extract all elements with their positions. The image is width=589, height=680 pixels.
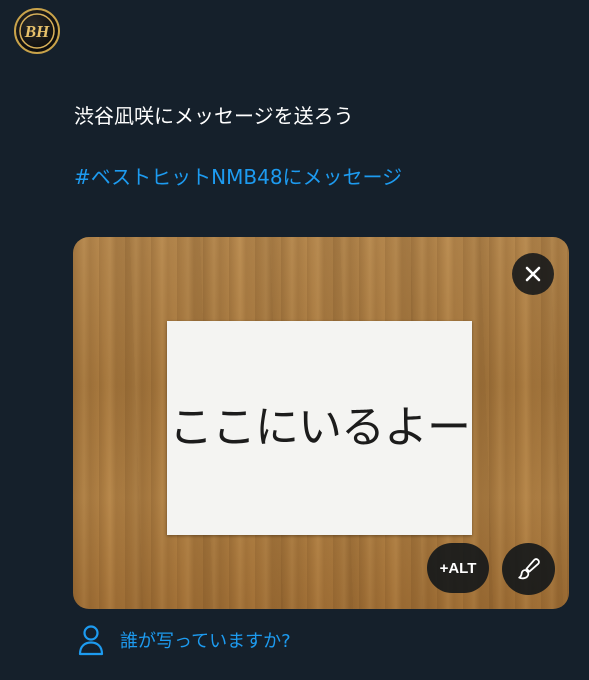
tweet-text[interactable]: 渋谷凪咲にメッセージを送ろう — [74, 102, 354, 130]
paper-sheet: ここにいるよー — [167, 321, 472, 535]
bh-logo-icon: BH — [19, 13, 55, 49]
hashtag-link[interactable]: #ベストヒットNMB48にメッセージ — [74, 163, 402, 191]
tag-people-row[interactable]: 誰が写っていますか? — [78, 622, 291, 658]
person-icon — [78, 624, 104, 656]
remove-media-button[interactable] — [512, 253, 554, 295]
tag-people-label: 誰が写っていますか? — [120, 631, 291, 652]
close-icon — [525, 266, 541, 282]
handwritten-text: ここにいるよー — [169, 402, 471, 453]
edit-image-button[interactable] — [502, 543, 555, 595]
attached-image[interactable]: ここにいるよー +ALT — [73, 237, 569, 609]
paintbrush-icon — [517, 558, 540, 580]
account-avatar[interactable]: BH — [14, 8, 60, 54]
avatar-text: BH — [24, 22, 50, 41]
add-alt-text-button[interactable]: +ALT — [427, 543, 489, 593]
